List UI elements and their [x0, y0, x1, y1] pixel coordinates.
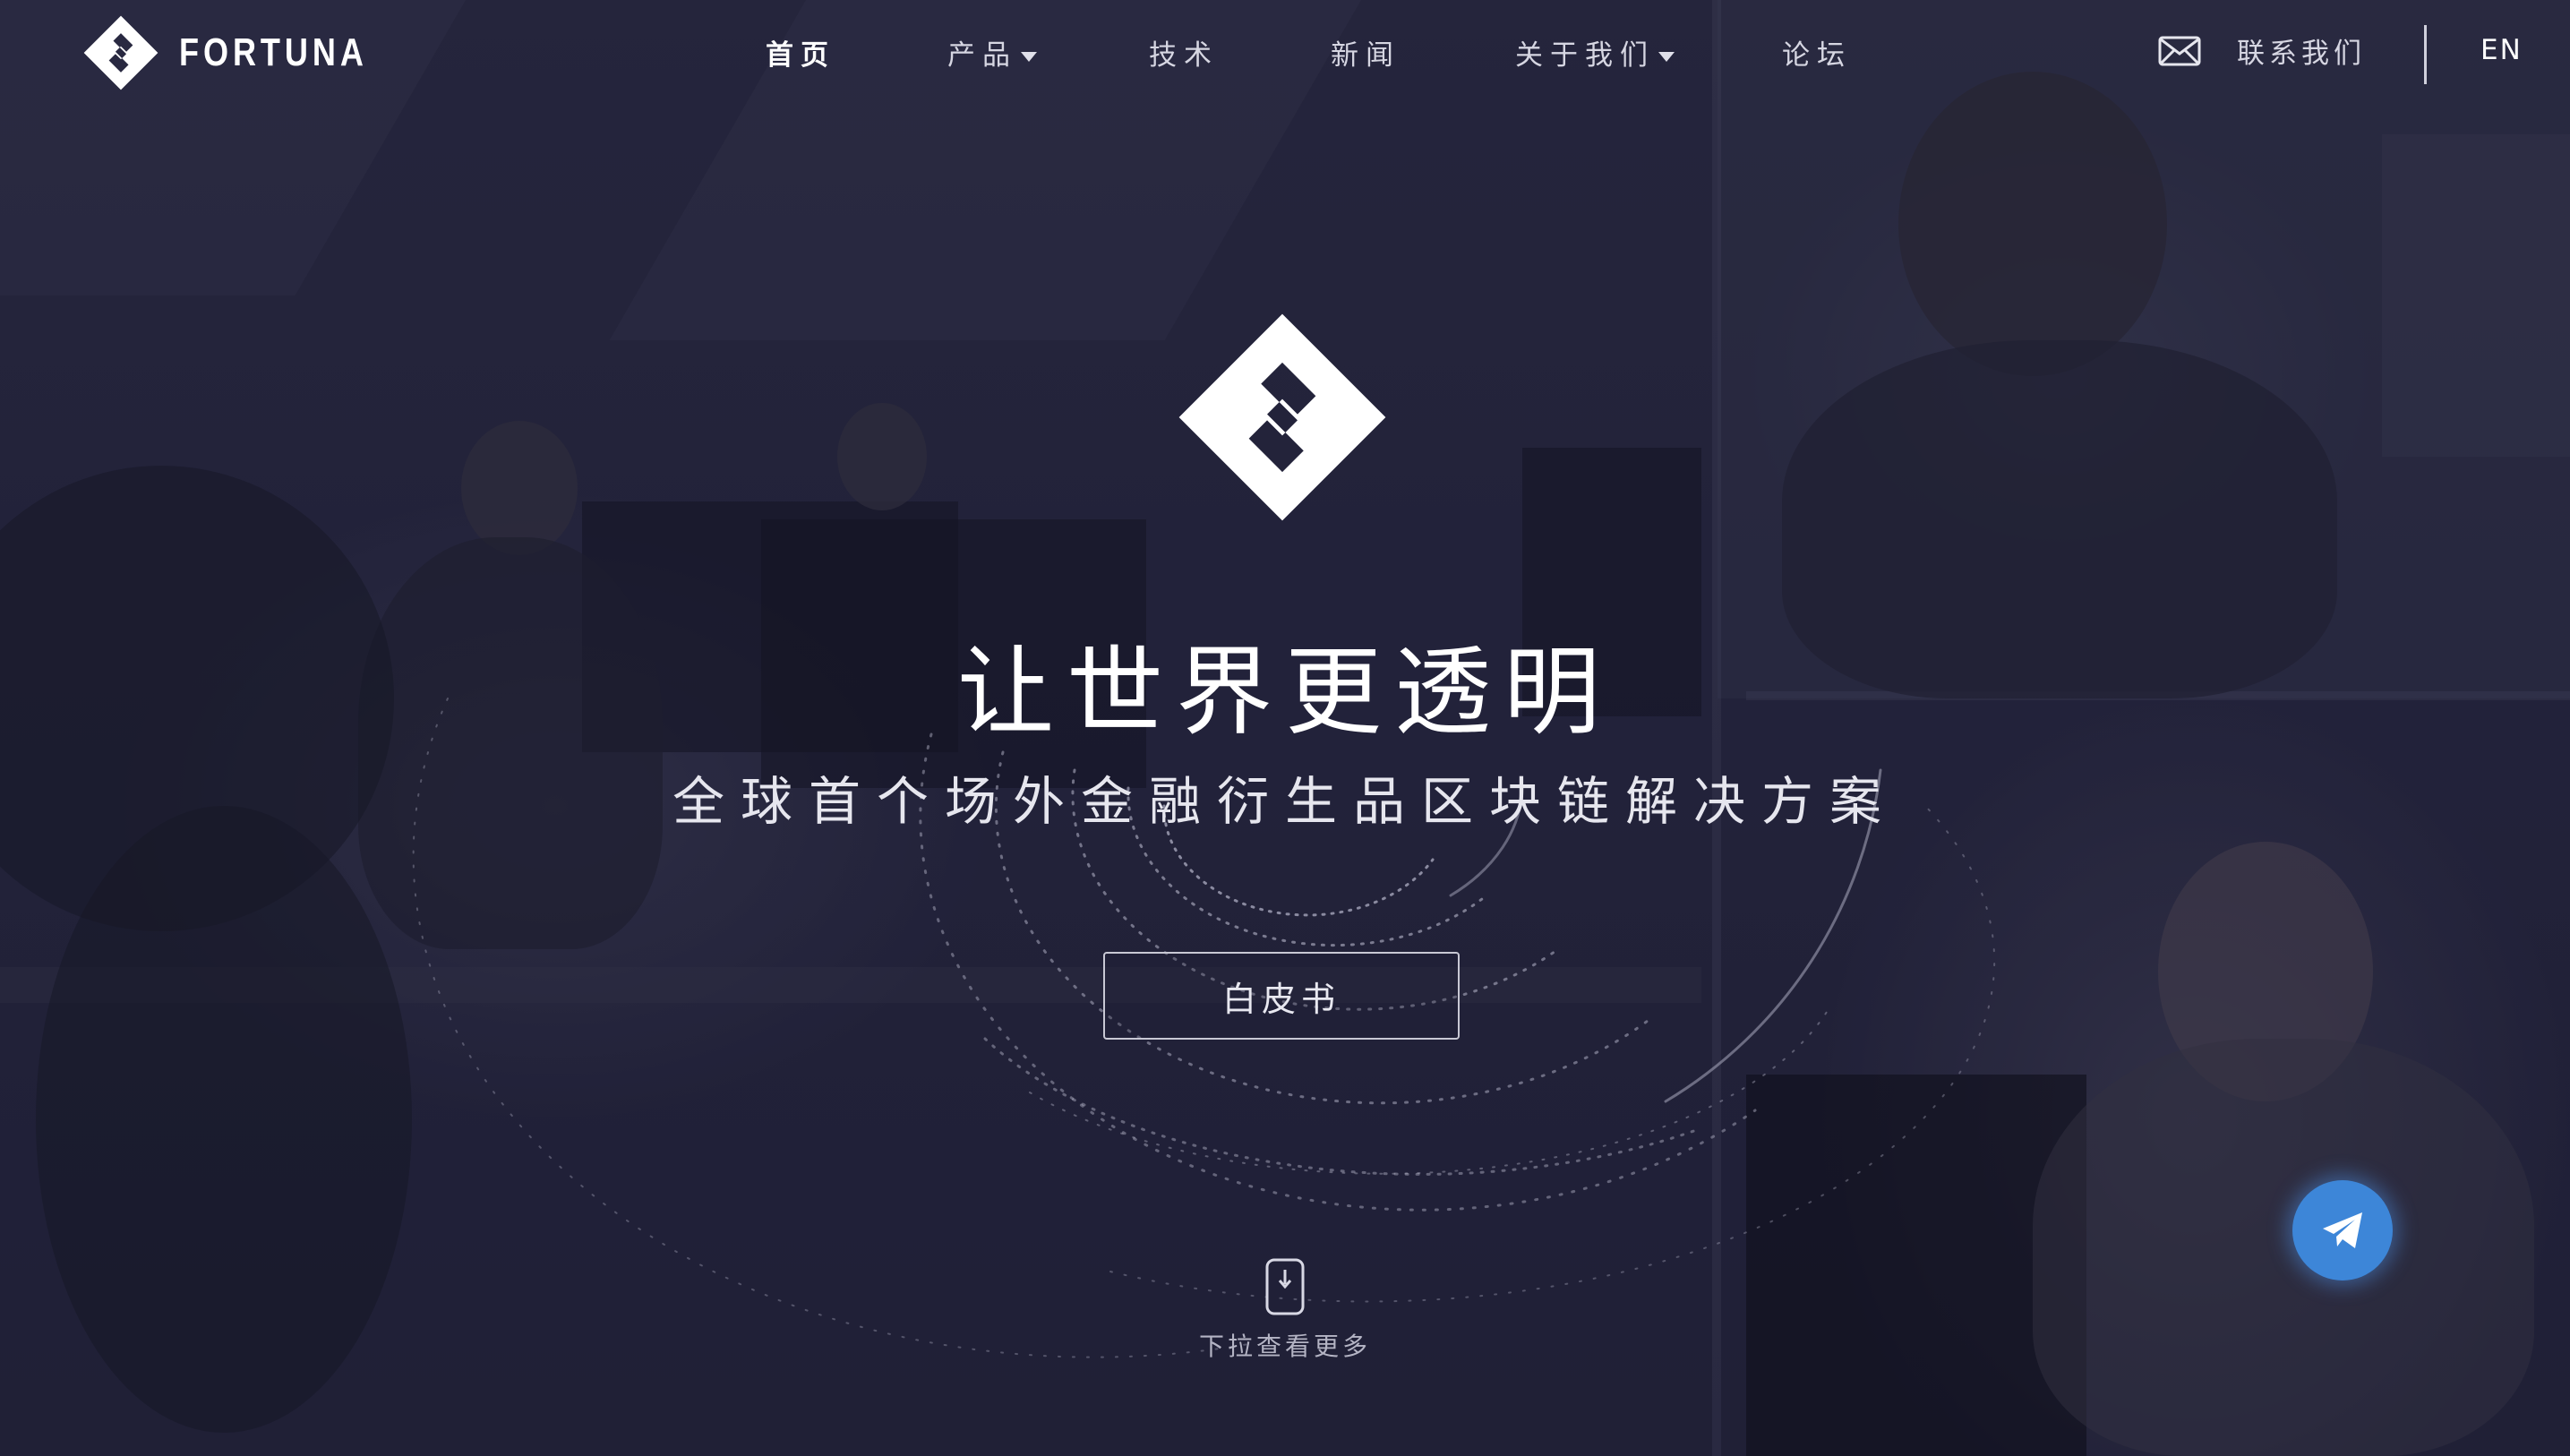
top-navigation: FORTUNA 首页 产品 技术 新闻 关于我们 论坛 联系我们 EN — [0, 0, 2570, 106]
nav-divider — [2424, 25, 2427, 84]
whitepaper-button[interactable]: 白皮书 — [1103, 952, 1460, 1040]
hero-logo-icon — [1178, 313, 1386, 521]
nav-item-about[interactable]: 关于我们 — [1515, 32, 1675, 73]
fortuna-logo-icon — [83, 15, 158, 90]
language-switch[interactable]: EN — [2480, 34, 2523, 66]
brand-name: FORTUNA — [179, 30, 368, 74]
scroll-down-hint[interactable]: 下拉查看更多 — [0, 1257, 2570, 1363]
telegram-button[interactable] — [2292, 1180, 2393, 1280]
mouse-scroll-icon — [1265, 1258, 1305, 1315]
nav-item-products[interactable]: 产品 — [947, 32, 1037, 73]
contact-label: 联系我们 — [2237, 38, 2366, 70]
hero-subtitle: 全球首个场外金融衍生品区块链解决方案 — [672, 771, 1898, 832]
nav-item-home[interactable]: 首页 — [766, 32, 835, 73]
nav-item-label: 产品 — [947, 39, 1017, 72]
contact-us-link[interactable]: 联系我们 — [2158, 30, 2366, 71]
telegram-icon — [2323, 1212, 2362, 1248]
nav-item-label: 技术 — [1149, 39, 1219, 72]
chevron-down-icon — [1658, 52, 1675, 62]
hero-title: 让世界更透明 — [956, 637, 1613, 749]
nav-item-forum[interactable]: 论坛 — [1782, 32, 1852, 73]
nav-item-label: 新闻 — [1331, 39, 1401, 72]
nav-item-label: 关于我们 — [1515, 39, 1655, 72]
nav-item-technology[interactable]: 技术 — [1149, 32, 1219, 73]
nav-item-news[interactable]: 新闻 — [1331, 32, 1401, 73]
chevron-down-icon — [1021, 52, 1037, 62]
brand-logo[interactable]: FORTUNA — [82, 13, 409, 93]
mail-icon — [2158, 36, 2201, 65]
nav-item-label: 论坛 — [1782, 39, 1852, 72]
scroll-label: 下拉查看更多 — [1198, 1332, 1371, 1361]
nav-item-label: 首页 — [766, 39, 835, 72]
